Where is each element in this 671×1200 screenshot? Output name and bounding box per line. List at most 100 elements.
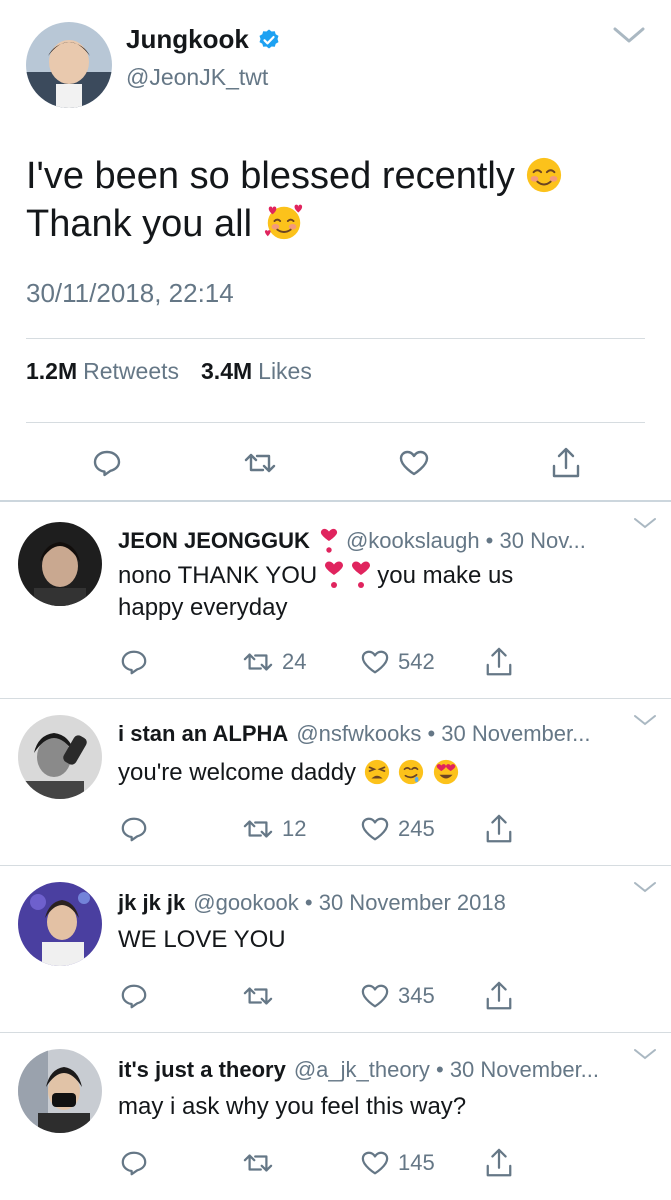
reply-avatar[interactable] [18, 882, 102, 966]
retweet-count: 12 [282, 816, 307, 841]
share-button[interactable] [550, 446, 582, 480]
author-avatar[interactable] [26, 22, 112, 108]
like-button[interactable]: 145 [360, 1149, 435, 1177]
heart-exclamation-emoji-icon [351, 561, 371, 589]
reply-text: you're welcome daddy [118, 757, 638, 789]
reply-text: WE LOVE YOU [118, 926, 286, 953]
share-icon [484, 1147, 514, 1179]
divider [26, 338, 645, 339]
share-button[interactable] [484, 646, 514, 678]
like-label[interactable]: Likes [258, 358, 312, 385]
reply-author-name[interactable]: it's just a theory [118, 1057, 286, 1083]
reply-icon [92, 448, 122, 478]
reply-meta[interactable]: @kookslaugh • 30 Nov... [346, 528, 586, 554]
like-icon [360, 1149, 390, 1177]
retweet-button[interactable] [242, 982, 274, 1010]
reply-text: may i ask why you feel this way? [118, 1093, 467, 1120]
like-icon [398, 448, 430, 478]
reply-meta[interactable]: @gookook • 30 November 2018 [193, 890, 506, 916]
retweet-icon [243, 448, 277, 478]
share-icon [484, 980, 514, 1012]
heart-exclamation-emoji-icon [324, 561, 344, 589]
retweet-button[interactable]: 12 [242, 815, 306, 843]
reply-avatar[interactable] [18, 715, 102, 799]
author-name-text: Jungkook [126, 24, 249, 54]
like-count: 245 [398, 816, 435, 841]
reply-icon [120, 815, 148, 843]
reply-author-name[interactable]: JEON JEONGGUK [118, 528, 310, 554]
retweet-button[interactable]: 24 [242, 648, 306, 676]
author-name[interactable]: Jungkook [126, 24, 281, 55]
like-icon [360, 815, 390, 843]
reply-icon [120, 648, 148, 676]
like-button[interactable]: 345 [360, 982, 435, 1010]
reply-tweet[interactable]: i stan an ALPHA @nsfwkooks • 30 November… [0, 699, 671, 865]
drooling-face-emoji-icon [397, 758, 425, 786]
tweet-text: I've been so blessed recently Thank you … [26, 152, 646, 248]
like-button[interactable]: 245 [360, 815, 435, 843]
divider [26, 422, 645, 423]
heart-eyes-emoji-icon [432, 758, 460, 786]
author-handle[interactable]: @JeonJK_twt [126, 64, 268, 91]
like-icon [360, 982, 390, 1010]
retweet-icon [242, 648, 274, 676]
reply-icon [120, 1149, 148, 1177]
tweet-stats: 1.2M Retweets 3.4M Likes [26, 358, 312, 385]
retweet-icon [242, 1149, 274, 1177]
reply-tweet[interactable]: JEON JEONGGUK @kookslaugh • 30 Nov... no… [0, 502, 671, 698]
share-button[interactable] [484, 1147, 514, 1179]
reply-text-part: you make us [377, 562, 514, 589]
heart-exclamation-emoji-icon [320, 528, 338, 554]
tired-face-emoji-icon [363, 758, 391, 786]
reply-meta[interactable]: @a_jk_theory • 30 November... [294, 1057, 599, 1083]
reply-text: nono THANK YOU you make us happy everyda… [118, 560, 638, 624]
retweet-count: 24 [282, 649, 307, 674]
tweet-text-line1: I've been so blessed recently [26, 155, 515, 197]
share-icon [550, 446, 582, 480]
retweet-label[interactable]: Retweets [83, 358, 179, 385]
reply-author-name[interactable]: jk jk jk [118, 890, 185, 916]
share-icon [484, 813, 514, 845]
reply-tweet[interactable]: it's just a theory @a_jk_theory • 30 Nov… [0, 1033, 671, 1200]
smiling-blush-emoji-icon [525, 156, 563, 194]
reply-button[interactable] [120, 982, 148, 1010]
like-count: 145 [398, 1150, 435, 1175]
share-button[interactable] [484, 813, 514, 845]
tweet-timestamp: 30/11/2018, 22:14 [26, 278, 234, 308]
chevron-down-icon[interactable] [633, 516, 657, 530]
like-button[interactable] [398, 448, 430, 478]
share-button[interactable] [484, 980, 514, 1012]
like-count: 345 [398, 983, 435, 1008]
reply-button[interactable] [120, 1149, 148, 1177]
like-icon [360, 648, 390, 676]
reply-meta[interactable]: @nsfwkooks • 30 November... [296, 721, 590, 747]
reply-text-part: you're welcome daddy [118, 759, 357, 786]
chevron-down-icon[interactable] [633, 713, 657, 727]
retweet-button[interactable] [243, 448, 277, 478]
reply-button[interactable] [92, 448, 122, 478]
tweet-text-line2: Thank you all [26, 203, 253, 245]
share-icon [484, 646, 514, 678]
reply-button[interactable] [120, 815, 148, 843]
reply-avatar[interactable] [18, 522, 102, 606]
smiling-face-with-hearts-emoji-icon [263, 202, 305, 242]
reply-button[interactable] [120, 648, 148, 676]
chevron-down-icon[interactable] [633, 1047, 657, 1061]
reply-tweet[interactable]: jk jk jk @gookook • 30 November 2018 WE … [0, 866, 671, 1032]
reply-avatar[interactable] [18, 1049, 102, 1133]
reply-author-name[interactable]: i stan an ALPHA [118, 721, 288, 747]
like-count: 542 [398, 649, 435, 674]
reply-icon [120, 982, 148, 1010]
retweet-count[interactable]: 1.2M [26, 358, 77, 385]
verified-badge-icon [257, 28, 281, 52]
retweet-icon [242, 982, 274, 1010]
like-button[interactable]: 542 [360, 648, 435, 676]
retweet-button[interactable] [242, 1149, 274, 1177]
like-count[interactable]: 3.4M [201, 358, 252, 385]
chevron-down-icon[interactable] [612, 24, 646, 46]
reply-text-part: nono THANK YOU [118, 562, 318, 589]
main-tweet: Jungkook @JeonJK_twt I've been so blesse… [0, 0, 671, 502]
retweet-icon [242, 815, 274, 843]
reply-text-line2: happy everyday [118, 594, 288, 621]
chevron-down-icon[interactable] [633, 880, 657, 894]
